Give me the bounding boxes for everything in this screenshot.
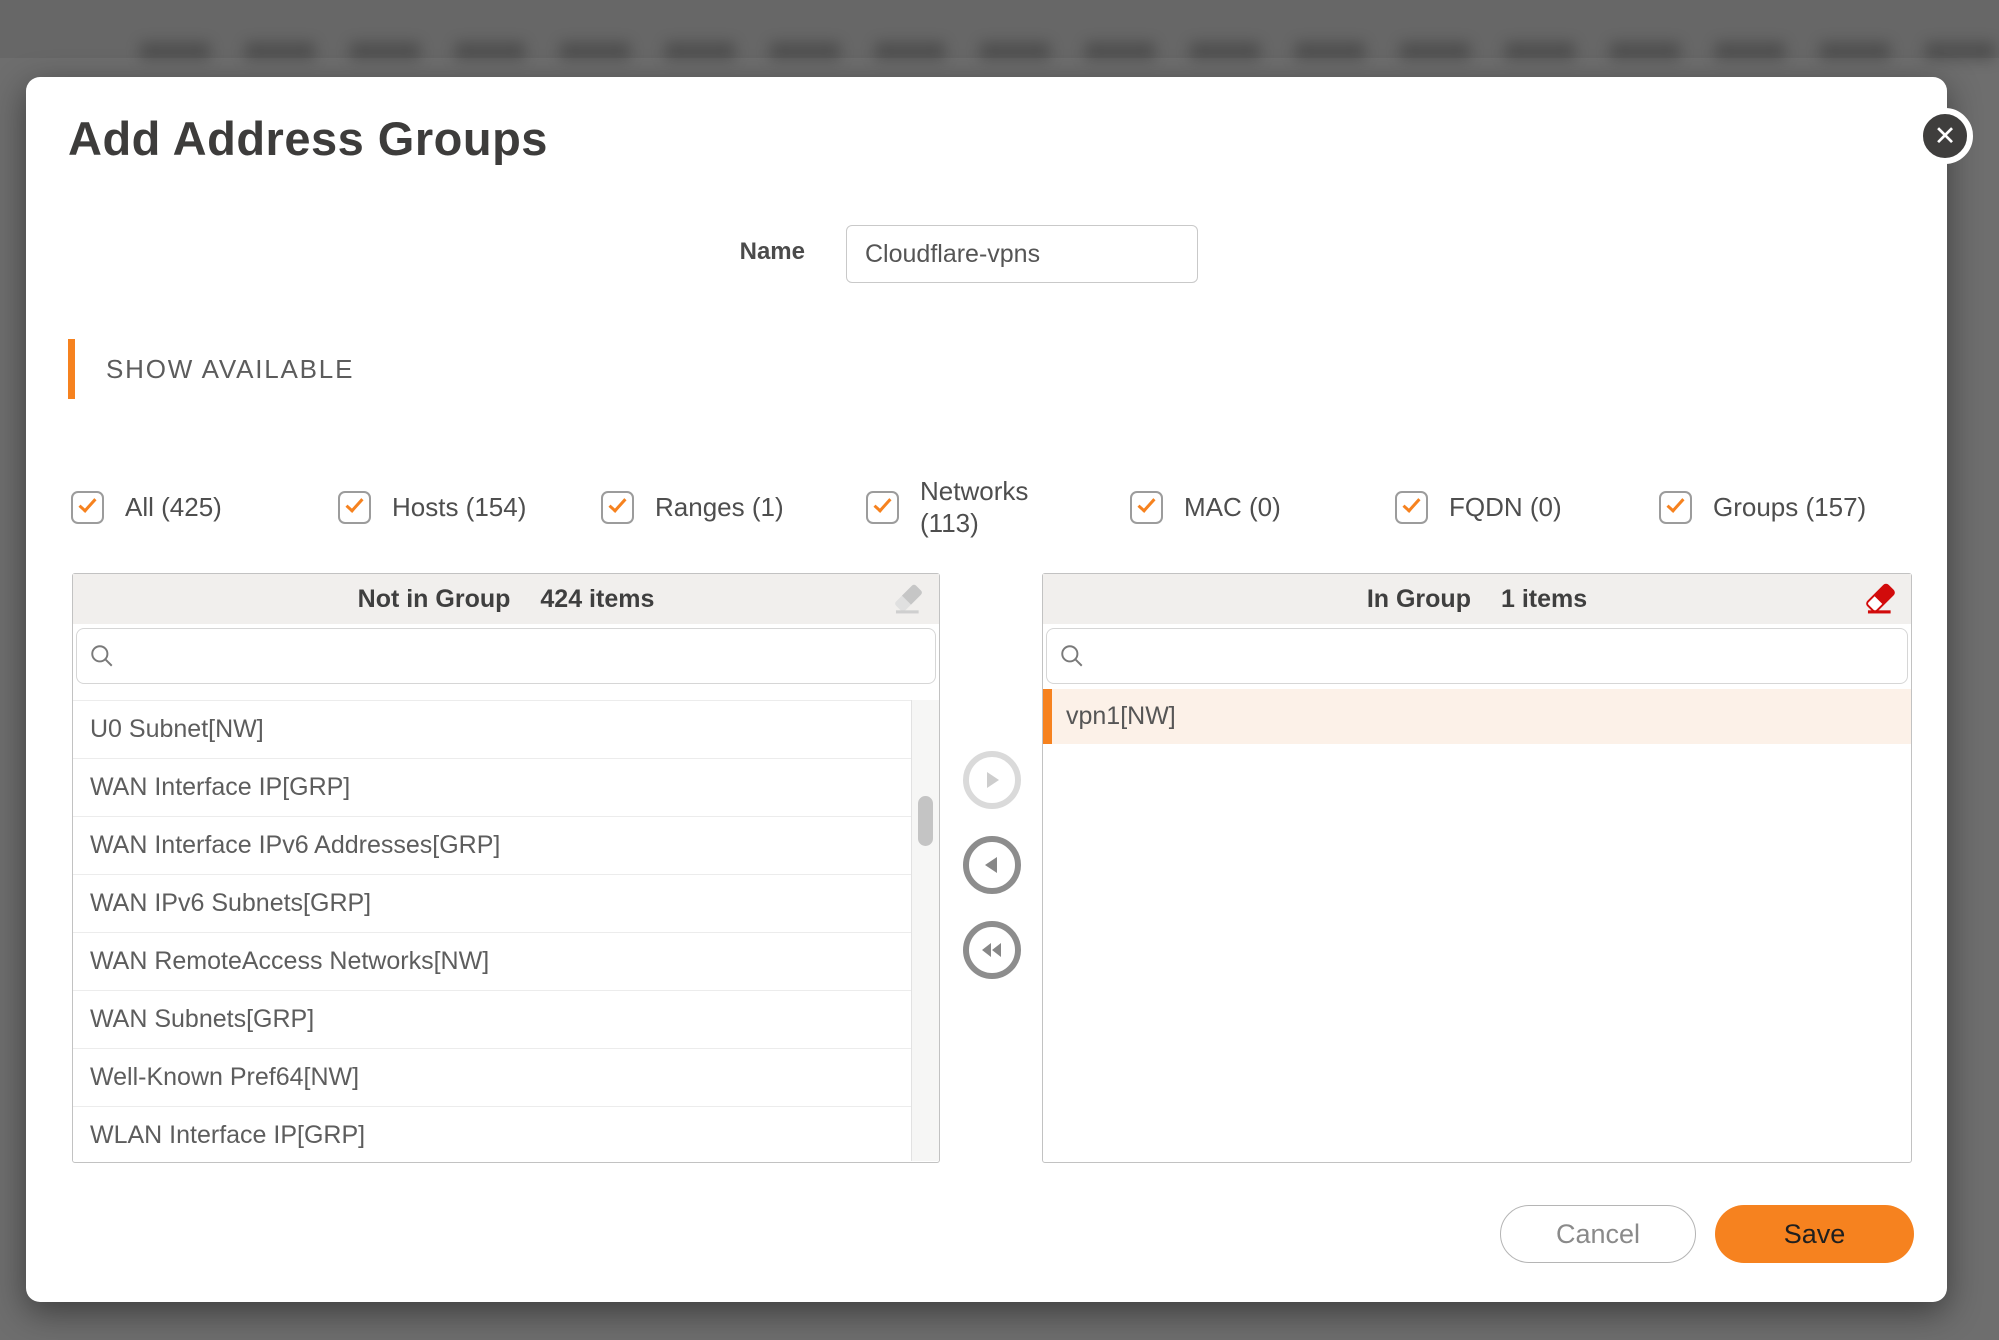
filter-label: Hosts (154) [392, 491, 526, 523]
checkbox-fqdn[interactable] [1395, 491, 1428, 524]
filter-mac[interactable]: MAC (0) [1130, 491, 1281, 524]
list-item[interactable]: U0 Subnet[NW] [73, 701, 911, 759]
cancel-button[interactable]: Cancel [1500, 1205, 1696, 1263]
not-in-group-search[interactable] [76, 628, 936, 684]
search-input[interactable] [125, 629, 923, 683]
check-icon [345, 494, 363, 513]
list-item-label: WAN Subnets[GRP] [90, 1005, 314, 1034]
check-icon [1137, 494, 1155, 513]
in-group-panel: In Group 1 items [1042, 573, 1912, 1163]
checkbox-ranges[interactable] [601, 491, 634, 524]
filter-label: Ranges (1) [655, 491, 784, 523]
clear-group-eraser-icon[interactable] [1863, 582, 1897, 616]
filter-hosts[interactable]: Hosts (154) [338, 491, 526, 524]
list-item[interactable]: Well-Known Pref64[NW] [73, 1049, 911, 1107]
section-accent-bar [68, 339, 75, 399]
in-group-list: vpn1[NW] [1043, 686, 1911, 1161]
filter-groups[interactable]: Groups (157) [1659, 491, 1866, 524]
list-item-label: U0 Subnet[NW] [90, 715, 264, 744]
list-item[interactable]: WLAN Interface IP[GRP] [73, 1107, 911, 1161]
list-item-label: WAN IPv6 Subnets[GRP] [90, 889, 371, 918]
filter-ranges[interactable]: Ranges (1) [601, 491, 784, 524]
panel-title: Not in Group [358, 585, 511, 614]
checkbox-networks[interactable] [866, 491, 899, 524]
search-input[interactable] [1095, 629, 1895, 683]
panel-title: In Group [1367, 585, 1471, 614]
list-item-label: Well-Known Pref64[NW] [90, 1063, 359, 1092]
not-in-group-list: U0 Subnet[NW] WAN Interface IP[GRP] WAN … [73, 700, 911, 1161]
dialog-title: Add Address Groups [68, 111, 548, 166]
double-arrow-left-icon [979, 938, 1005, 962]
name-input[interactable] [846, 225, 1198, 283]
list-item-label: WAN Interface IPv6 Addresses[GRP] [90, 831, 500, 860]
list-item-label: WAN RemoteAccess Networks[NW] [90, 947, 489, 976]
list-item[interactable]: WAN Interface IP[GRP] [73, 759, 911, 817]
list-item-label: WLAN Interface IP[GRP] [90, 1121, 365, 1150]
arrow-left-icon [980, 853, 1004, 877]
name-field-label: Name [665, 238, 805, 266]
list-item-label: WAN Interface IP[GRP] [90, 773, 350, 802]
not-in-group-panel: Not in Group 424 items [72, 573, 940, 1163]
list-item-label: vpn1[NW] [1066, 702, 1176, 731]
checkbox-all[interactable] [71, 491, 104, 524]
filter-fqdn[interactable]: FQDN (0) [1395, 491, 1562, 524]
filter-networks[interactable]: Networks (113) [866, 475, 1042, 539]
add-address-groups-dialog: Add Address Groups Name SHOW AVAILABLE A… [26, 77, 1947, 1302]
section-label: SHOW AVAILABLE [106, 354, 354, 385]
in-group-header: In Group 1 items [1043, 574, 1911, 624]
move-left-button[interactable] [963, 836, 1021, 894]
close-icon: ✕ [1934, 121, 1957, 152]
check-icon [1666, 494, 1684, 513]
filter-all[interactable]: All (425) [71, 491, 222, 524]
filter-label: All (425) [125, 491, 222, 523]
close-button[interactable]: ✕ [1917, 108, 1973, 164]
checkbox-groups[interactable] [1659, 491, 1692, 524]
search-icon [1059, 643, 1085, 669]
panel-item-count: 424 items [540, 585, 654, 614]
list-item[interactable]: WAN Interface IPv6 Addresses[GRP] [73, 817, 911, 875]
in-group-search[interactable] [1046, 628, 1908, 684]
filter-label: FQDN (0) [1449, 491, 1562, 523]
selected-list-item[interactable]: vpn1[NW] [1043, 689, 1911, 744]
search-icon [89, 643, 115, 669]
checkbox-mac[interactable] [1130, 491, 1163, 524]
move-all-left-button[interactable] [963, 921, 1021, 979]
checkbox-hosts[interactable] [338, 491, 371, 524]
panel-item-count: 1 items [1501, 585, 1587, 614]
check-icon [1402, 494, 1420, 513]
filter-label: Groups (157) [1713, 491, 1866, 523]
filter-label: Networks (113) [920, 475, 1042, 539]
check-icon [608, 494, 626, 513]
scrollbar-track[interactable] [911, 700, 939, 1161]
list-item[interactable]: WAN RemoteAccess Networks[NW] [73, 933, 911, 991]
scrollbar-thumb[interactable] [918, 796, 933, 846]
show-available-section: SHOW AVAILABLE [68, 339, 354, 399]
move-right-button[interactable] [963, 751, 1021, 809]
check-icon [873, 494, 891, 513]
list-item[interactable]: WAN Subnets[GRP] [73, 991, 911, 1049]
check-icon [78, 494, 96, 513]
clear-selection-eraser-icon[interactable] [891, 582, 925, 616]
filter-label: MAC (0) [1184, 491, 1281, 523]
list-item[interactable]: WAN IPv6 Subnets[GRP] [73, 875, 911, 933]
dimmed-page-text-silhouette [140, 42, 1999, 60]
save-button[interactable]: Save [1715, 1205, 1914, 1263]
arrow-right-icon [980, 768, 1004, 792]
not-in-group-header: Not in Group 424 items [73, 574, 939, 624]
